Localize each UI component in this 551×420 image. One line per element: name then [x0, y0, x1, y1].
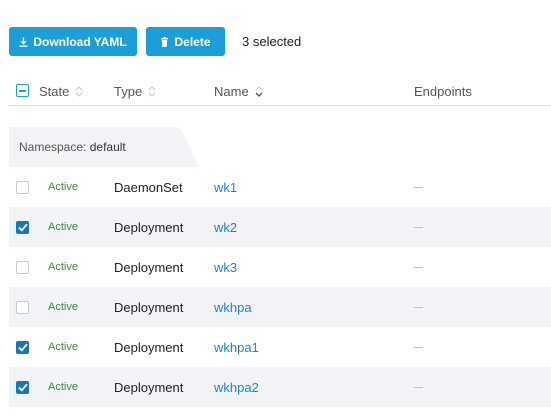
state-badge: Active: [48, 181, 78, 193]
column-header-state-label: State: [39, 84, 70, 99]
checkmark-icon: [17, 223, 28, 232]
select-all-cell: [16, 84, 29, 97]
row-checkbox[interactable]: [16, 300, 29, 314]
namespace-value: default: [89, 140, 126, 154]
state-badge: Active: [48, 261, 78, 273]
row-select-cell: [16, 367, 29, 407]
workload-name-link[interactable]: wkhpa2: [214, 367, 259, 407]
endpoints-cell: [414, 167, 423, 207]
workload-type: Deployment: [114, 259, 184, 275]
row-checkbox[interactable]: [16, 220, 29, 234]
column-header-type-label: Type: [114, 84, 143, 99]
checkmark-icon: [17, 343, 28, 352]
column-header-endpoints-label: Endpoints: [414, 84, 472, 99]
trash-icon: [161, 36, 169, 47]
state-badge: Active: [48, 301, 78, 313]
row-select-cell: [16, 207, 29, 247]
workload-name-link[interactable]: wkhpa: [214, 287, 252, 327]
column-header-endpoints: Endpoints: [414, 84, 472, 99]
endpoints-cell: [414, 367, 423, 407]
row-select-cell: [16, 327, 29, 367]
state-badge: Active: [48, 381, 78, 393]
row-select-cell: [16, 167, 29, 207]
sort-down-icon: [255, 86, 263, 97]
workload-type: Deployment: [114, 299, 184, 315]
sort-icon: [148, 86, 156, 97]
endpoints-cell: [414, 207, 423, 247]
workload-type: DaemonSet: [114, 179, 183, 195]
table-row[interactable]: Active Deployment wkhpa: [9, 287, 551, 327]
column-header-name[interactable]: Name: [214, 84, 263, 99]
endpoints-empty-dash: [414, 346, 423, 348]
endpoints-empty-dash: [414, 266, 423, 268]
column-header-type[interactable]: Type: [114, 84, 156, 99]
table-header: State Type Name Endpoints: [9, 78, 551, 106]
table-body: Active DaemonSet wk1 Active Deployment wk2 Act…: [9, 167, 551, 407]
table-row[interactable]: Active Deployment wkhpa2: [9, 367, 551, 407]
workload-name-link[interactable]: wkhpa1: [214, 327, 259, 367]
endpoints-empty-dash: [414, 306, 423, 308]
column-header-name-label: Name: [214, 84, 249, 99]
endpoints-empty-dash: [414, 226, 423, 228]
download-yaml-button[interactable]: Download YAML: [9, 27, 137, 56]
endpoints-empty-dash: [414, 386, 423, 388]
selected-count: 3 selected: [242, 34, 302, 49]
endpoints-cell: [414, 247, 423, 287]
delete-button[interactable]: Delete: [146, 27, 225, 56]
table-row[interactable]: Active Deployment wkhpa1: [9, 327, 551, 367]
workload-name-link[interactable]: wk1: [214, 167, 237, 207]
row-checkbox[interactable]: [16, 180, 29, 194]
download-icon: [19, 37, 28, 47]
workload-name-link[interactable]: wk3: [214, 247, 237, 287]
workload-type: Deployment: [114, 219, 184, 235]
row-checkbox[interactable]: [16, 260, 29, 274]
checkmark-icon: [17, 383, 28, 392]
table-row[interactable]: Active Deployment wk3: [9, 247, 551, 287]
state-badge: Active: [48, 341, 78, 353]
workload-type: Deployment: [114, 339, 184, 355]
row-select-cell: [16, 247, 29, 287]
row-checkbox[interactable]: [16, 380, 29, 394]
row-select-cell: [16, 287, 29, 327]
delete-label: Delete: [174, 34, 211, 49]
endpoints-cell: [414, 327, 423, 367]
select-all-checkbox[interactable]: [16, 84, 29, 97]
table-row[interactable]: Active DaemonSet wk1: [9, 167, 551, 207]
workload-name-link[interactable]: wk2: [214, 207, 237, 247]
sort-icon: [75, 86, 83, 97]
endpoints-empty-dash: [414, 186, 423, 188]
namespace-group-header: Namespace: default: [9, 127, 199, 172]
namespace-label: Namespace: default: [19, 140, 126, 154]
workload-type: Deployment: [114, 379, 184, 395]
table-row[interactable]: Active Deployment wk2: [9, 207, 551, 247]
download-yaml-label: Download YAML: [33, 34, 127, 49]
toolbar: Download YAML Delete 3 selected: [9, 27, 301, 56]
namespace-key: Namespace:: [19, 140, 87, 154]
column-header-state[interactable]: State: [39, 84, 83, 99]
state-badge: Active: [48, 221, 78, 233]
endpoints-cell: [414, 287, 423, 327]
row-checkbox[interactable]: [16, 340, 29, 354]
